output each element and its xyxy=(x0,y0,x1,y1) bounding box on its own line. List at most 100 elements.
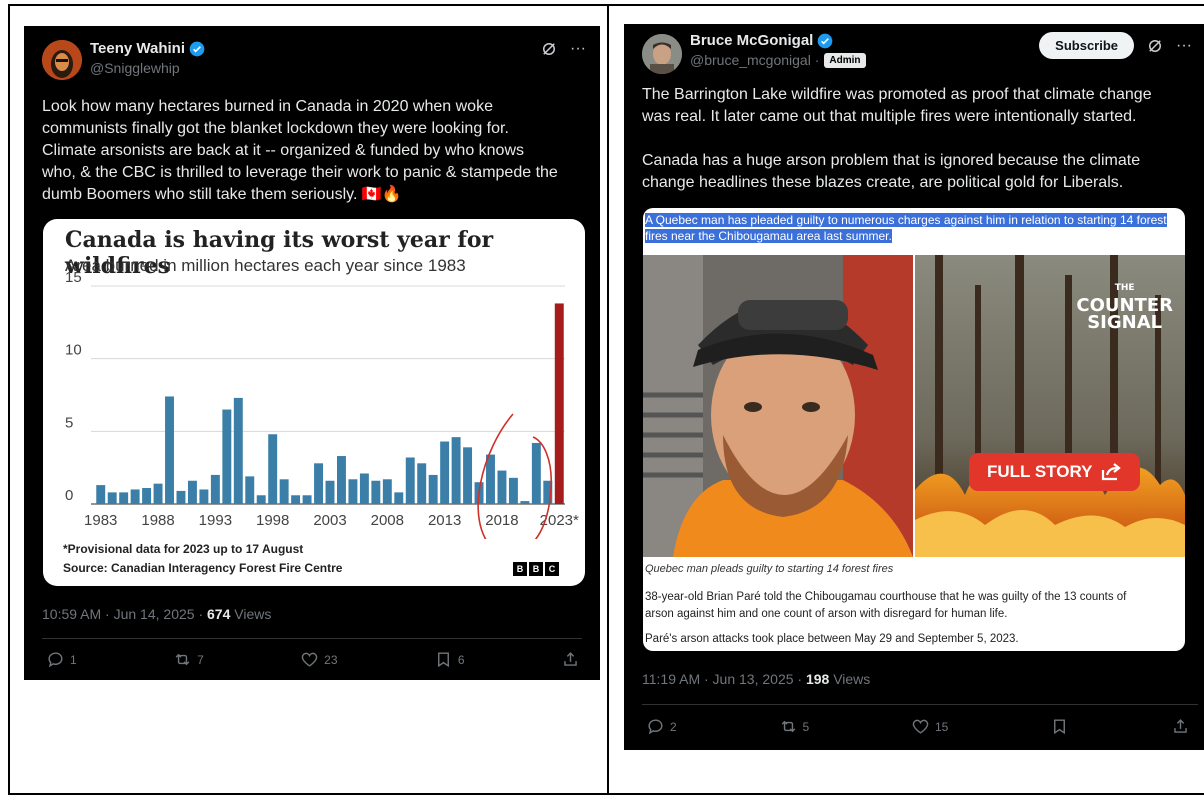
share-icon xyxy=(564,652,577,666)
bar-1987 xyxy=(142,488,152,504)
like-button[interactable]: 23 xyxy=(300,650,338,669)
full-story-button[interactable]: FULL STORY xyxy=(969,453,1141,491)
verified-badge-icon xyxy=(818,33,833,48)
bar-1992 xyxy=(199,489,209,504)
bar-1984 xyxy=(107,492,117,504)
bar-2001 xyxy=(302,495,312,504)
author-name[interactable]: Teeny Wahini xyxy=(90,40,185,57)
bookmark-button[interactable] xyxy=(1050,717,1069,736)
bar-2007 xyxy=(371,480,381,504)
photo-man xyxy=(643,255,913,557)
tweet-meta: 11:19 AM · Jun 13, 2025 · 198 Views xyxy=(642,671,870,687)
tweet-text: Look how many hectares burned in Canada … xyxy=(42,98,558,203)
tweet-card-bruce-mcgonigal[interactable]: Bruce McGonigal @bruce_mcgonigal · Admin… xyxy=(624,24,1204,750)
divider xyxy=(642,704,1198,705)
bar-2015 xyxy=(463,447,473,504)
bookmark-icon xyxy=(437,652,449,668)
bar-1990 xyxy=(176,490,186,504)
reply-button[interactable]: 1 xyxy=(46,650,77,669)
bar-2006 xyxy=(359,473,369,504)
author-name-row[interactable]: Bruce McGonigal xyxy=(690,32,833,49)
chart-note: *Provisional data for 2023 up to 17 Augu… xyxy=(63,542,304,556)
repost-button[interactable]: 5 xyxy=(779,717,809,736)
avatar[interactable] xyxy=(42,40,82,80)
subscribe-button[interactable]: Subscribe xyxy=(1039,32,1135,59)
tweet-meta: 10:59 AM · Jun 14, 2025 · 674 Views xyxy=(42,606,271,622)
more-icon[interactable]: ··· xyxy=(1176,37,1192,55)
photo-caption: Quebec man pleads guilty to starting 14 … xyxy=(645,563,894,575)
repost-count: 7 xyxy=(197,652,204,667)
repost-icon xyxy=(781,720,795,733)
like-button[interactable]: 15 xyxy=(911,717,948,736)
author-name-row[interactable]: Teeny Wahini xyxy=(90,40,205,57)
bar-2020 xyxy=(520,501,530,504)
bbc-letter: B xyxy=(529,562,543,576)
chart-image[interactable]: Canada is having its worst year for wild… xyxy=(43,219,585,586)
counter-signal-logo: THE COUNTER SIGNAL xyxy=(1076,280,1173,332)
x-tick-label: 2013 xyxy=(428,512,461,529)
bar-2013 xyxy=(440,441,450,504)
share-icon xyxy=(1174,719,1187,733)
like-icon xyxy=(912,719,929,734)
bookmark-count: 6 xyxy=(457,652,465,667)
author-handle-row: @Snigglewhip xyxy=(90,60,180,76)
x-tick-label: 1998 xyxy=(256,512,289,529)
x-tick-label: 1983 xyxy=(84,512,117,529)
bar-2010 xyxy=(405,457,415,504)
bar-chart: 1510501983 1988 1993 1998 2003 2008 2013 2018 20… xyxy=(65,269,579,539)
x-tick-label: 2018 xyxy=(485,512,518,529)
divider xyxy=(42,638,582,639)
grok-icon[interactable] xyxy=(540,40,558,58)
bar-1989 xyxy=(165,396,174,504)
x-tick-label: 2003 xyxy=(313,512,346,529)
tweet-top-icons: Subscribe ··· xyxy=(1039,32,1192,59)
article-image[interactable]: A Quebec man has pleaded guilty to numer… xyxy=(643,208,1185,651)
like-icon xyxy=(301,652,318,667)
article-paragraph: 38-year-old Brian Paré told the Chibouga… xyxy=(645,591,1127,620)
tweet-card-teeny-wahini[interactable]: Teeny Wahini @Snigglewhip ··· Look how m… xyxy=(24,26,600,680)
bookmark-button[interactable]: 6 xyxy=(434,650,465,669)
timestamp[interactable]: 11:19 AM · Jun 13, 2025 · xyxy=(642,671,806,687)
article-headline: A Quebec man has pleaded guilty to numer… xyxy=(645,212,1183,244)
repost-icon xyxy=(175,653,190,666)
bar-1997 xyxy=(256,495,266,504)
repost-button[interactable]: 7 xyxy=(173,650,204,669)
reply-icon xyxy=(648,719,663,735)
bar-1993 xyxy=(210,474,220,504)
views-label: Views xyxy=(230,606,272,622)
article-headline-text: A Quebec man has pleaded guilty to numer… xyxy=(645,213,1167,243)
bar-1995 xyxy=(233,397,243,504)
photo-forest-fire: THE COUNTER SIGNAL FULL STORY xyxy=(915,255,1185,557)
x-tick-label: 1993 xyxy=(199,512,232,529)
views-count: 674 xyxy=(207,606,231,622)
avatar[interactable] xyxy=(642,34,682,74)
grok-icon[interactable] xyxy=(1146,37,1164,55)
reply-count: 2 xyxy=(670,719,677,734)
bar-2008 xyxy=(382,479,392,504)
full-story-label: FULL STORY xyxy=(987,462,1093,481)
author-handle[interactable]: @Snigglewhip xyxy=(90,60,180,76)
views-label: Views xyxy=(829,671,871,687)
reply-button[interactable]: 2 xyxy=(646,717,677,736)
bar-2017 xyxy=(486,454,495,504)
author-handle-row: @bruce_mcgonigal · Admin xyxy=(690,52,866,68)
bar-2014 xyxy=(451,437,461,504)
article-paragraph: Paré's arson attacks took place between … xyxy=(645,633,1019,645)
more-icon[interactable]: ··· xyxy=(570,40,586,58)
like-count: 15 xyxy=(935,719,949,734)
timestamp[interactable]: 10:59 AM · Jun 14, 2025 · xyxy=(42,606,207,622)
reply-icon xyxy=(48,652,63,668)
share-button[interactable] xyxy=(561,650,580,669)
author-handle[interactable]: @bruce_mcgonigal · xyxy=(690,52,819,68)
author-name[interactable]: Bruce McGonigal xyxy=(690,32,813,49)
reply-count: 1 xyxy=(70,652,77,667)
y-tick-label: 5 xyxy=(65,414,73,431)
bar-1994 xyxy=(222,409,232,504)
share-button[interactable] xyxy=(1171,717,1190,736)
bookmark-icon xyxy=(1054,719,1066,735)
tweet-text: The Barrington Lake wildfire was promote… xyxy=(642,86,1152,191)
bbc-letter: C xyxy=(545,562,559,576)
action-bar: 1 7 23 6 xyxy=(46,650,580,669)
bar-2002 xyxy=(314,463,324,504)
bar-2023 xyxy=(554,303,564,504)
